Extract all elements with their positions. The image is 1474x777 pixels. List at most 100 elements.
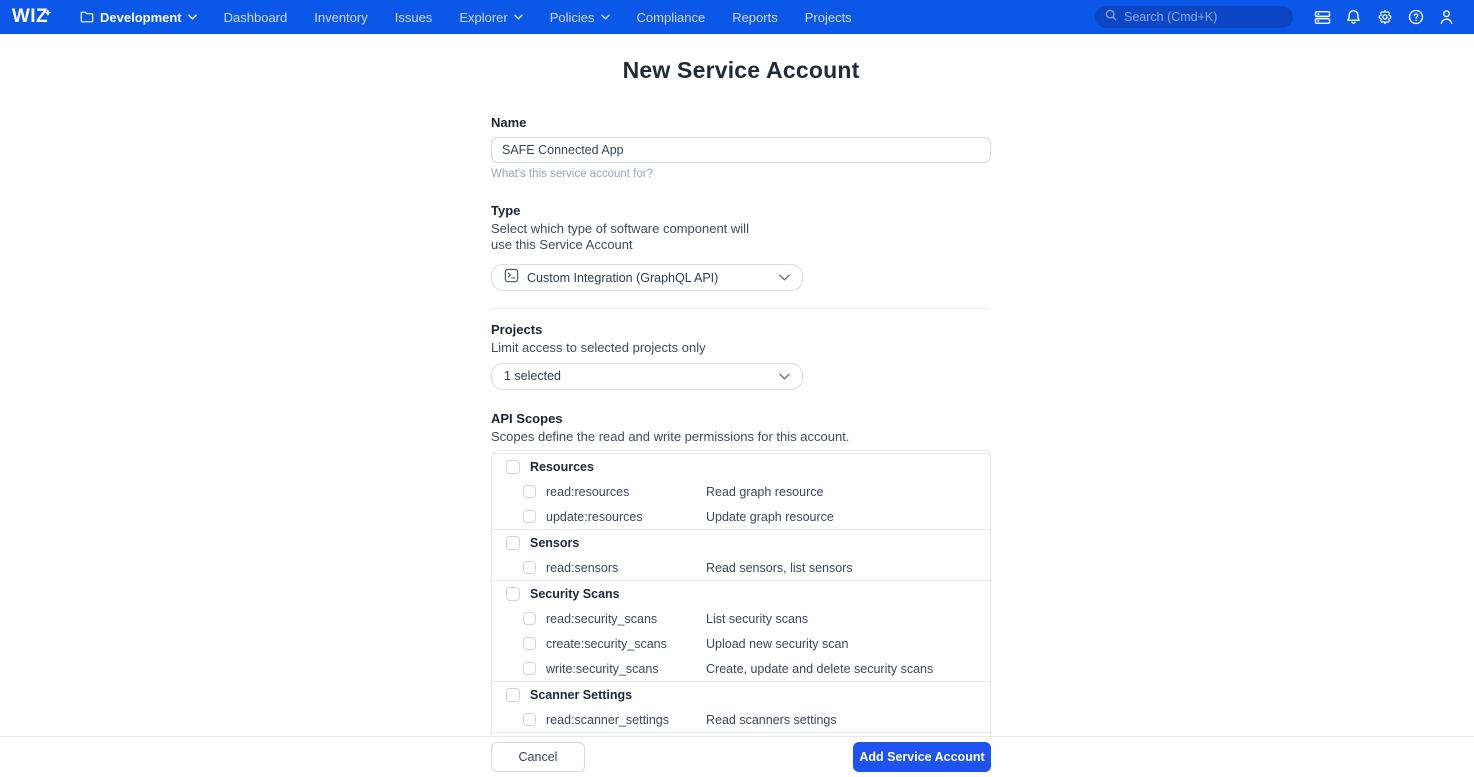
- scope-row: update:resources Update graph resource: [492, 504, 990, 529]
- scope-description: Read sensors, list sensors: [706, 561, 853, 575]
- scope-row: write:security_scans Create, update and …: [492, 656, 990, 681]
- scope-checkbox[interactable]: [523, 510, 536, 523]
- api-scopes-label: API Scopes: [491, 411, 991, 426]
- folder-icon: [80, 11, 94, 23]
- cancel-button[interactable]: Cancel: [491, 742, 585, 772]
- scope-row: create:security_scans Upload new securit…: [492, 631, 990, 656]
- group-checkbox[interactable]: [506, 587, 520, 601]
- scope-group-header: Security Scans: [492, 581, 990, 606]
- projects-section: Projects Limit access to selected projec…: [491, 322, 991, 390]
- type-section: Type Select which type of software compo…: [491, 203, 991, 291]
- chevron-down-icon: [779, 274, 790, 281]
- main-area: New Service Account Name What's this ser…: [0, 34, 1474, 777]
- scope-group-name: Resources: [530, 460, 594, 474]
- nav-item-issues[interactable]: Issues: [395, 10, 433, 25]
- scope-description: Update graph resource: [706, 510, 834, 524]
- terminal-icon: [504, 268, 519, 288]
- name-input[interactable]: [491, 137, 991, 163]
- scope-row: read:sensors Read sensors, list sensors: [492, 555, 990, 580]
- chevron-down-icon: [601, 14, 610, 20]
- top-navbar: WIZ ✦ Development Dashboard Inventory: [0, 0, 1474, 34]
- scope-checkbox[interactable]: [523, 662, 536, 675]
- chevron-down-icon: [514, 14, 523, 20]
- nav-item-inventory[interactable]: Inventory: [314, 10, 367, 25]
- projects-dropdown-value: 1 selected: [504, 369, 771, 383]
- scope-checkbox[interactable]: [523, 637, 536, 650]
- project-switcher-label: Development: [100, 10, 182, 25]
- group-checkbox[interactable]: [506, 460, 520, 474]
- scope-id: read:security_scans: [546, 612, 657, 626]
- scope-description: Create, update and delete security scans: [706, 662, 933, 676]
- name-helper-text: What's this service account for?: [491, 168, 991, 180]
- projects-dropdown[interactable]: 1 selected: [491, 363, 803, 390]
- scope-checkbox[interactable]: [523, 485, 536, 498]
- scope-checkbox[interactable]: [523, 612, 536, 625]
- nav-right: [1095, 0, 1462, 34]
- scope-group: Scanner Settings read:scanner_settings R…: [492, 681, 990, 732]
- group-checkbox[interactable]: [506, 688, 520, 702]
- nav-item-explorer[interactable]: Explorer: [459, 10, 522, 25]
- search-input[interactable]: [1124, 10, 1283, 24]
- nav-item-projects[interactable]: Projects: [805, 10, 852, 25]
- scope-group-name: Sensors: [530, 536, 579, 550]
- nav-item-policies[interactable]: Policies: [550, 10, 610, 25]
- scope-checkbox[interactable]: [523, 561, 536, 574]
- project-switcher[interactable]: Development: [80, 10, 197, 25]
- api-scopes-section: API Scopes Scopes define the read and wr…: [491, 411, 991, 777]
- api-scopes-description: Scopes define the read and write permiss…: [491, 429, 991, 445]
- scope-group: Resources read:resources Read graph reso…: [492, 453, 990, 529]
- bell-icon[interactable]: [1338, 0, 1369, 34]
- chevron-down-icon: [188, 14, 197, 20]
- name-label: Name: [491, 115, 991, 130]
- nav-item-dashboard[interactable]: Dashboard: [224, 10, 288, 25]
- search-icon: [1105, 8, 1117, 26]
- scope-id: write:security_scans: [546, 662, 659, 676]
- type-dropdown-value: Custom Integration (GraphQL API): [527, 271, 771, 285]
- form-footer: Cancel Add Service Account: [0, 736, 1474, 777]
- projects-description: Limit access to selected projects only: [491, 340, 991, 356]
- scope-group: Security Scans read:security_scans List …: [492, 580, 990, 681]
- nav-item-compliance[interactable]: Compliance: [637, 10, 706, 25]
- scope-id: create:security_scans: [546, 637, 667, 651]
- scope-id: read:sensors: [546, 561, 618, 575]
- new-service-account-form: New Service Account Name What's this ser…: [491, 34, 991, 777]
- type-label: Type: [491, 203, 991, 218]
- cards-icon[interactable]: [1307, 0, 1338, 34]
- scope-id: read:scanner_settings: [546, 713, 669, 727]
- global-search[interactable]: [1095, 6, 1293, 28]
- scope-group: Sensors read:sensors Read sensors, list …: [492, 529, 990, 580]
- group-checkbox[interactable]: [506, 536, 520, 550]
- scope-id: read:resources: [546, 485, 629, 499]
- logo-spark-icon: ✦: [48, 6, 56, 28]
- scopes-list: Resources read:resources Read graph reso…: [491, 450, 991, 777]
- type-dropdown[interactable]: Custom Integration (GraphQL API): [491, 264, 803, 291]
- wiz-logo[interactable]: WIZ ✦: [0, 6, 68, 28]
- nav-items: Development Dashboard Inventory Issues: [80, 10, 852, 25]
- wiz-logo-text: WIZ: [12, 6, 48, 28]
- scope-description: List security scans: [706, 612, 808, 626]
- scope-group-header: Sensors: [492, 530, 990, 555]
- user-icon[interactable]: [1431, 0, 1462, 34]
- scope-description: Upload new security scan: [706, 637, 848, 651]
- projects-label: Projects: [491, 322, 991, 337]
- gear-icon[interactable]: [1369, 0, 1400, 34]
- type-description: Select which type of software component …: [491, 221, 771, 252]
- name-section: Name What's this service account for?: [491, 115, 991, 180]
- scope-row: read:scanner_settings Read scanners sett…: [492, 707, 990, 732]
- section-divider: [491, 308, 988, 309]
- scope-row: read:resources Read graph resource: [492, 479, 990, 504]
- scope-description: Read scanners settings: [706, 713, 837, 727]
- scope-checkbox[interactable]: [523, 713, 536, 726]
- scope-group-name: Security Scans: [530, 587, 620, 601]
- chevron-down-icon: [779, 373, 790, 380]
- scope-group-name: Scanner Settings: [530, 688, 632, 702]
- help-icon[interactable]: [1400, 0, 1431, 34]
- add-service-account-button[interactable]: Add Service Account: [853, 742, 991, 772]
- scope-description: Read graph resource: [706, 485, 823, 499]
- scope-id: update:resources: [546, 510, 643, 524]
- nav-item-reports[interactable]: Reports: [732, 10, 778, 25]
- page-title: New Service Account: [491, 57, 991, 84]
- scope-group-header: Scanner Settings: [492, 682, 990, 707]
- scope-row: read:security_scans List security scans: [492, 606, 990, 631]
- scope-group-header: Resources: [492, 454, 990, 479]
